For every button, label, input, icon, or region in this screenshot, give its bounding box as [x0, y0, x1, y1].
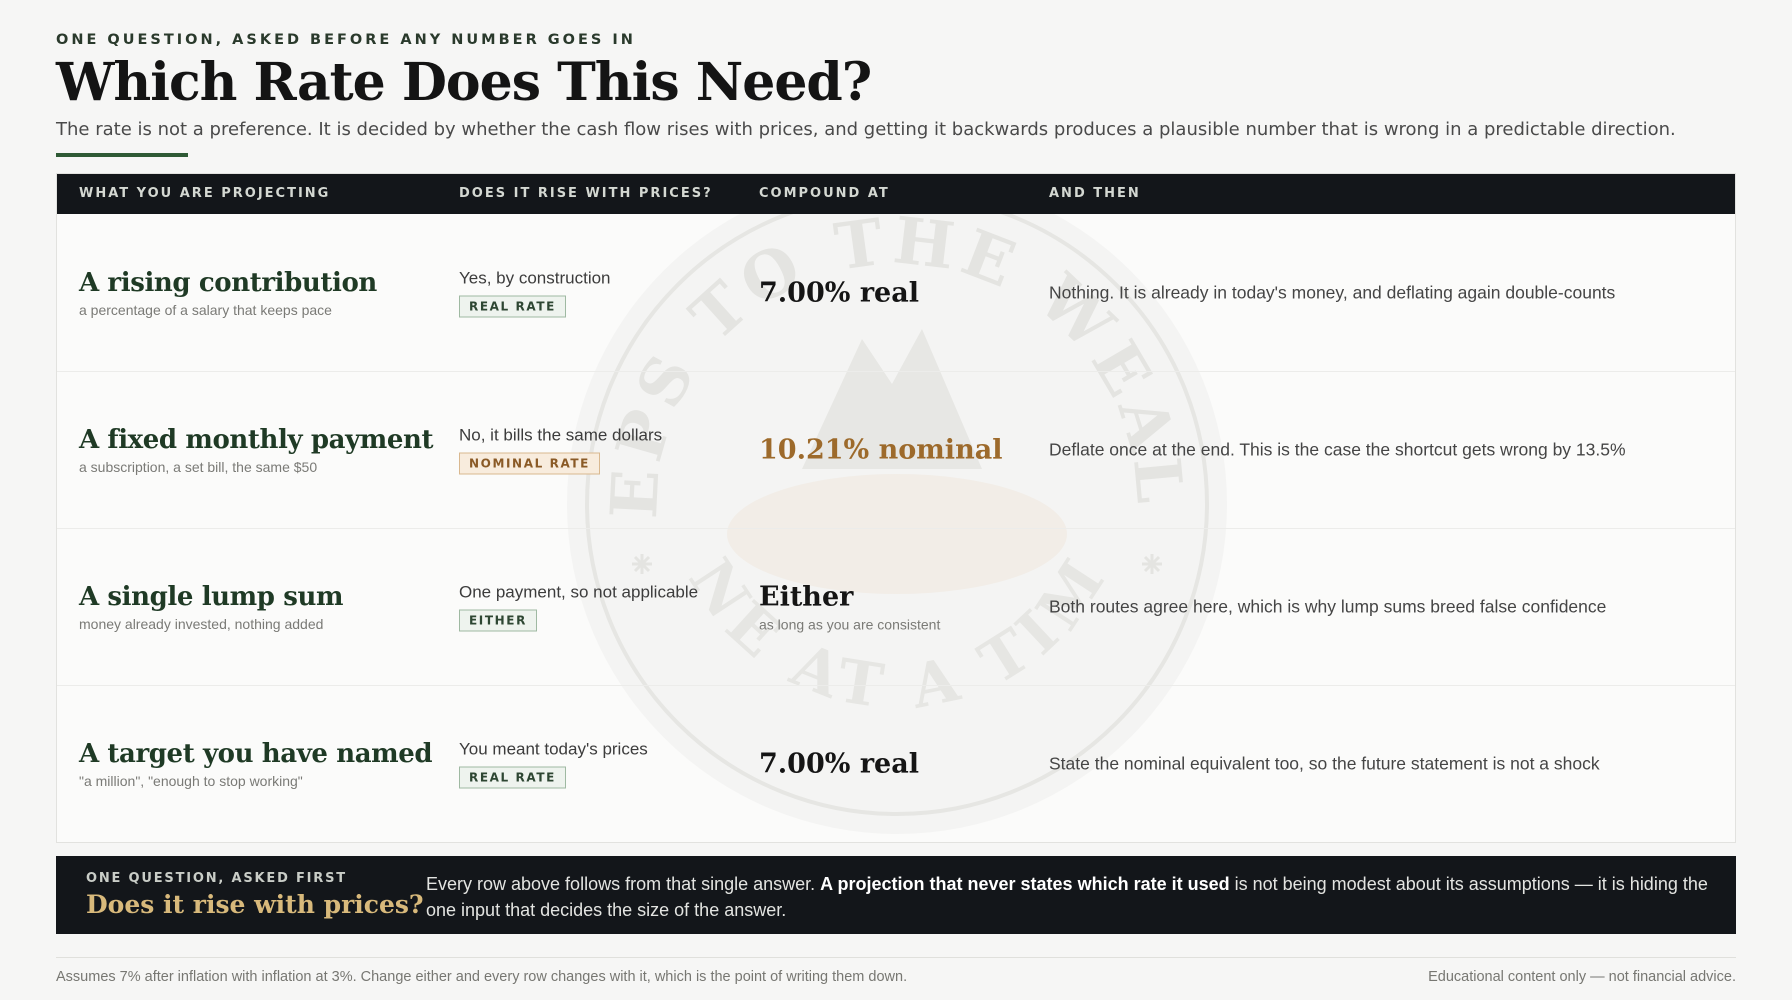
rise-answer: One payment, so not applicable [459, 582, 699, 601]
rate-table: STEPS TO THE WEALTH ONE AT A TIME WHAT Y… [56, 173, 1736, 843]
banner-body: Every row above follows from that single… [426, 871, 1716, 923]
rate-badge: NOMINAL RATE [459, 452, 600, 474]
rise-answer: You meant today's prices [459, 739, 648, 758]
rate-badge: EITHER [459, 609, 537, 631]
rise-answer: No, it bills the same dollars [459, 425, 663, 444]
banner-question: Does it rise with prices? [86, 890, 424, 919]
rate-badge: REAL RATE [459, 295, 566, 317]
compound-cell: 10.21% nominal [759, 434, 1029, 465]
page-subtitle: The rate is not a preference. It is deci… [56, 119, 1676, 140]
col-header-projecting: WHAT YOU ARE PROJECTING [79, 186, 331, 201]
projection-cell: A single lump sum money already invested… [79, 582, 439, 632]
title-underline [56, 153, 188, 157]
then-text: Deflate once at the end. This is the cas… [1049, 439, 1626, 459]
then-text: Nothing. It is already in today's money,… [1049, 282, 1616, 302]
footer-divider [56, 957, 1736, 958]
col-header-rise: DOES IT RISE WITH PRICES? [459, 186, 713, 201]
page-title: Which Rate Does This Need? [56, 52, 872, 113]
table-row: A single lump sum money already invested… [57, 528, 1735, 686]
projection-subtitle: money already invested, nothing added [79, 615, 324, 632]
projection-cell: A rising contribution a percentage of a … [79, 268, 439, 318]
summary-banner: ONE QUESTION, ASKED FIRST Does it rise w… [56, 856, 1736, 934]
projection-title: A fixed monthly payment [79, 424, 434, 455]
banner-body-emphasis: A projection that never states which rat… [820, 874, 1230, 894]
footer-assumptions: Assumes 7% after inflation with inflatio… [56, 969, 908, 985]
banner-kicker: ONE QUESTION, ASKED FIRST [86, 871, 347, 886]
col-header-compound: COMPOUND AT [759, 186, 890, 201]
projection-cell: A fixed monthly payment a subscription, … [79, 425, 439, 475]
compound-rate: 10.21% nominal [759, 434, 1003, 465]
compound-rate: 7.00% real [759, 277, 919, 308]
rise-cell: Yes, by construction REAL RATE [459, 268, 739, 317]
rise-cell: One payment, so not applicable EITHER [459, 582, 739, 631]
then-cell: State the nominal equivalent too, so the… [1049, 753, 1709, 774]
rate-badge: REAL RATE [459, 766, 566, 788]
projection-cell: A target you have named "a million", "en… [79, 739, 439, 789]
compound-rate: Either [759, 581, 854, 612]
then-cell: Nothing. It is already in today's money,… [1049, 282, 1709, 303]
then-text: Both routes agree here, which is why lum… [1049, 596, 1607, 616]
eyebrow: ONE QUESTION, ASKED BEFORE ANY NUMBER GO… [56, 32, 636, 48]
projection-title: A single lump sum [79, 581, 344, 612]
projection-title: A target you have named [79, 738, 433, 769]
banner-body-lead: Every row above follows from that single… [426, 874, 821, 894]
col-header-then: AND THEN [1049, 186, 1141, 201]
projection-subtitle: a subscription, a set bill, the same $50 [79, 458, 318, 475]
rise-answer: Yes, by construction [459, 268, 611, 287]
then-cell: Deflate once at the end. This is the cas… [1049, 439, 1709, 460]
projection-title: A rising contribution [79, 267, 377, 298]
table-row: A target you have named "a million", "en… [57, 685, 1735, 842]
compound-cell: 7.00% real [759, 748, 1029, 779]
table-row: A fixed monthly payment a subscription, … [57, 371, 1735, 529]
then-cell: Both routes agree here, which is why lum… [1049, 596, 1709, 617]
table-row: A rising contribution a percentage of a … [57, 214, 1735, 372]
compound-cell: 7.00% real [759, 277, 1029, 308]
then-text: State the nominal equivalent too, so the… [1049, 753, 1600, 773]
rise-cell: No, it bills the same dollars NOMINAL RA… [459, 425, 739, 474]
footer-disclaimer: Educational content only — not financial… [1428, 969, 1736, 985]
rise-cell: You meant today's prices REAL RATE [459, 739, 739, 788]
page: ONE QUESTION, ASKED BEFORE ANY NUMBER GO… [0, 0, 1792, 1000]
compound-rate-note: as long as you are consistent [759, 616, 941, 632]
compound-cell: Either as long as you are consistent [759, 581, 1029, 632]
table-header: WHAT YOU ARE PROJECTING DOES IT RISE WIT… [57, 174, 1735, 214]
compound-rate: 7.00% real [759, 748, 919, 779]
projection-subtitle: "a million", "enough to stop working" [79, 772, 303, 789]
projection-subtitle: a percentage of a salary that keeps pace [79, 301, 332, 318]
